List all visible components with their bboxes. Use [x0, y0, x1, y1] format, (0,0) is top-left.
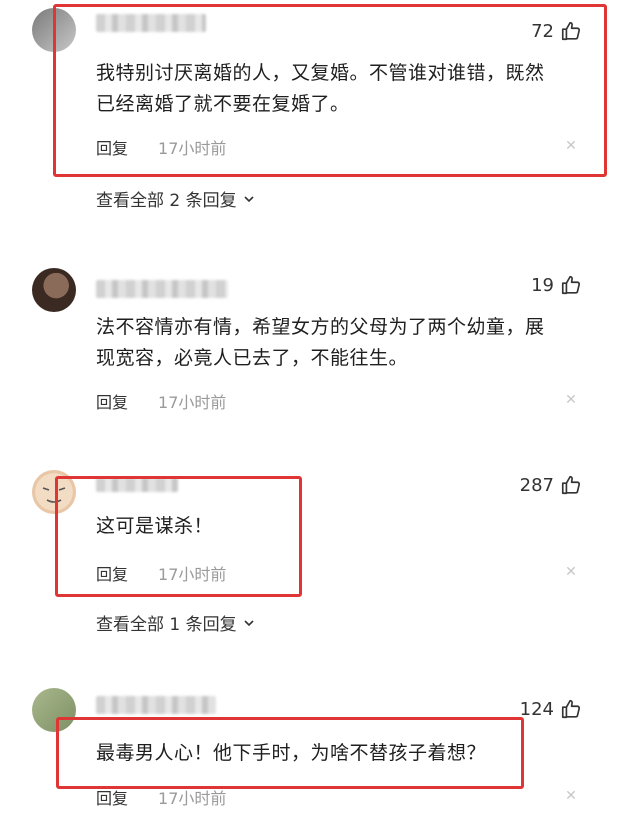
- like-count: 287: [519, 474, 554, 496]
- comment-item: 124 最毒男人心！他下手时，为啥不替孩子着想？ 回复 17小时前 ✕: [0, 688, 640, 817]
- avatar[interactable]: [32, 8, 76, 52]
- timestamp: 17小时前: [158, 139, 227, 158]
- like-button[interactable]: 72: [531, 20, 582, 42]
- username[interactable]: [96, 696, 216, 714]
- chevron-down-icon: [244, 195, 254, 202]
- avatar[interactable]: [32, 688, 76, 732]
- avatar[interactable]: [32, 268, 76, 312]
- thumbs-up-icon: [561, 699, 581, 719]
- thumbs-up-icon: [561, 475, 581, 495]
- close-icon[interactable]: ✕: [564, 789, 578, 803]
- like-button[interactable]: 287: [520, 474, 582, 496]
- chevron-down-icon: [244, 619, 254, 626]
- comment-text: 最毒男人心！他下手时，为啥不替孩子着想？: [96, 742, 487, 764]
- comment-item: 287 这可是谋杀！ 回复 17小时前 ✕ 查看全部 1 条回复: [0, 466, 640, 636]
- username[interactable]: [96, 280, 228, 298]
- comment-item: 19 法不容情亦有情，希望女方的父母为了两个幼童，展 现宽容，必竟人已去了，不能…: [0, 260, 640, 420]
- username[interactable]: [96, 478, 178, 492]
- like-count: 72: [531, 20, 554, 42]
- thumbs-up-icon: [561, 21, 581, 41]
- comment-item: 72 我特别讨厌离婚的人，又复婚。不管谁对谁错，既然 已经离婚了就不要在复婚了。…: [0, 0, 640, 220]
- reply-button[interactable]: 回复: [96, 785, 128, 809]
- close-icon[interactable]: ✕: [564, 393, 578, 407]
- timestamp: 17小时前: [158, 789, 227, 808]
- comment-text: 我特别讨厌离婚的人，又复婚。不管谁对谁错，既然 已经离婚了就不要在复婚了。: [96, 62, 545, 115]
- timestamp: 17小时前: [158, 565, 227, 584]
- view-all-replies[interactable]: 查看全部 1 条回复: [96, 610, 255, 635]
- reply-button[interactable]: 回复: [96, 389, 128, 413]
- avatar[interactable]: [32, 470, 76, 514]
- close-icon[interactable]: ✕: [564, 565, 578, 579]
- comment-text: 法不容情亦有情，希望女方的父母为了两个幼童，展 现宽容，必竟人已去了，不能往生。: [96, 316, 545, 369]
- timestamp: 17小时前: [158, 393, 227, 412]
- like-button[interactable]: 19: [531, 274, 582, 296]
- like-button[interactable]: 124: [520, 698, 582, 720]
- thumbs-up-icon: [561, 275, 581, 295]
- username[interactable]: [96, 14, 206, 32]
- reply-button[interactable]: 回复: [96, 135, 128, 159]
- comment-text: 这可是谋杀！: [96, 515, 214, 537]
- view-all-replies[interactable]: 查看全部 2 条回复: [96, 186, 255, 211]
- like-count: 124: [519, 698, 554, 720]
- like-count: 19: [531, 274, 554, 296]
- close-icon[interactable]: ✕: [564, 139, 578, 153]
- reply-button[interactable]: 回复: [96, 561, 128, 585]
